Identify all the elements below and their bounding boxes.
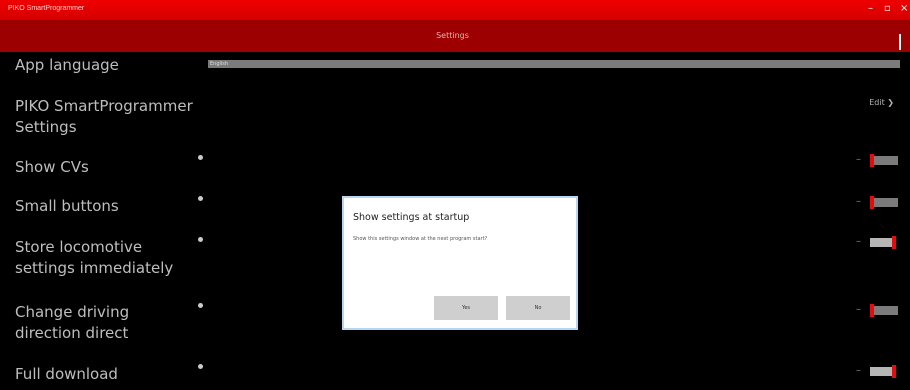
dialog-message: Show this settings window at the next pr… [353, 236, 488, 242]
close-button[interactable]: × [900, 3, 908, 14]
no-button[interactable]: No [506, 296, 570, 320]
settings-header: Settings [0, 20, 910, 52]
window-title: PIKO SmartProgrammer [8, 5, 85, 12]
scrollbar[interactable] [899, 34, 908, 50]
startup-dialog: Show settings at startup Show this setti… [342, 196, 578, 330]
dialog-title: Show settings at startup [353, 212, 470, 223]
yes-button[interactable]: Yes [434, 296, 498, 320]
page-title: Settings [436, 31, 469, 40]
maximize-button[interactable]: ▫ [884, 3, 891, 14]
minimize-button[interactable]: – [868, 3, 873, 14]
title-bar: PIKO SmartProgrammer – ▫ × [0, 0, 910, 20]
